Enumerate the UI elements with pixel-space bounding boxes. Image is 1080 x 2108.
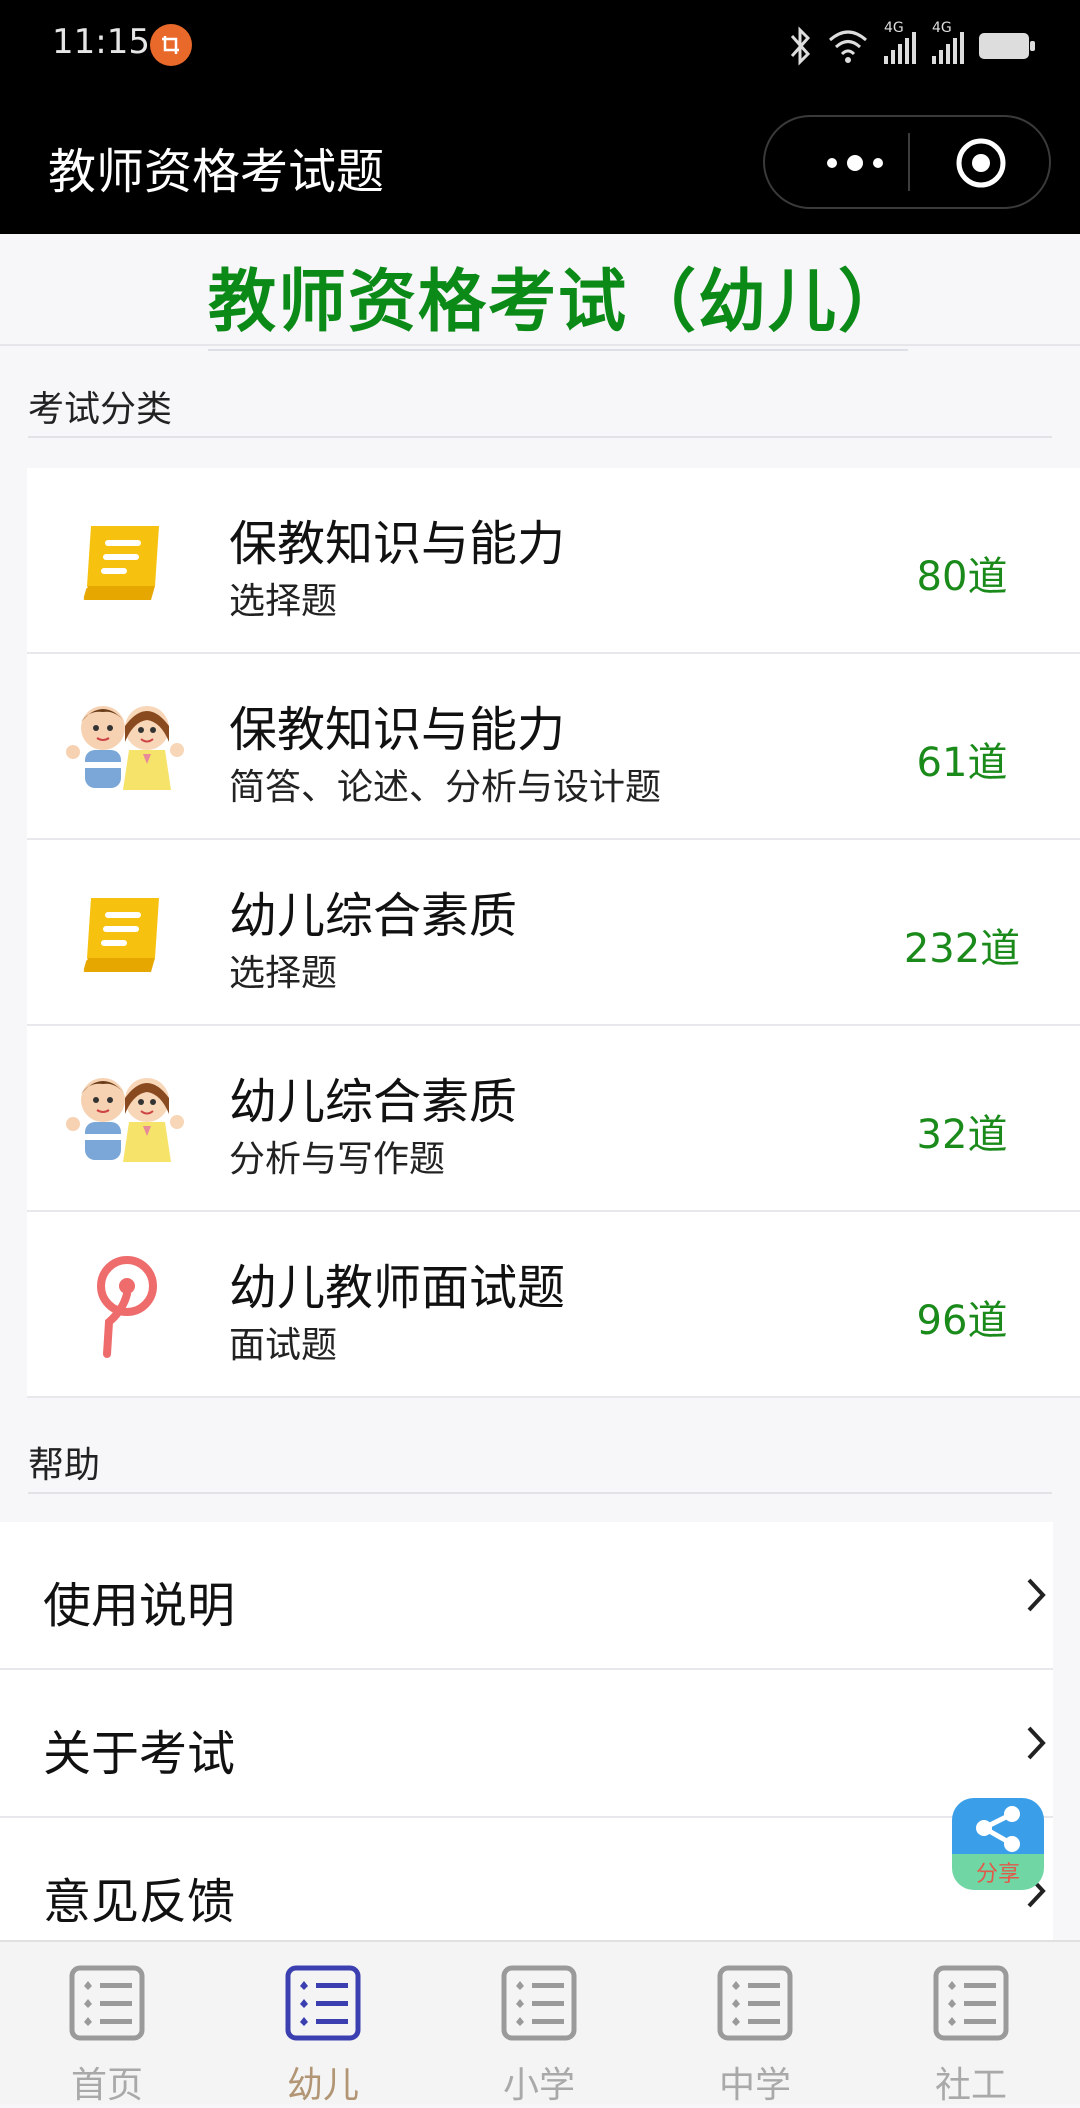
help-item-usage[interactable]: 使用说明 (0, 1522, 1053, 1670)
yellow-book-icon (80, 526, 159, 601)
share-label: 分享 (975, 1862, 1020, 1887)
question-count: 232道 (903, 926, 1021, 972)
category-subtitle: 简答、论述、分析与设计题 (229, 767, 662, 808)
tab-home[interactable]: 首页 (32, 1960, 182, 2106)
category-card[interactable]: 保教知识与能力 简答、论述、分析与设计题 61道 (27, 654, 1080, 840)
category-subtitle: 面试题 (229, 1325, 338, 1366)
tab-social-work[interactable]: 社工 (896, 1960, 1046, 2106)
section-divider (28, 1492, 1052, 1494)
signal-icon-1: 4G (882, 20, 916, 66)
list-icon (717, 1965, 793, 2041)
signal-icon-2: 4G (930, 20, 964, 66)
status-time: 11:15 (52, 22, 150, 62)
category-name: 保教知识与能力 (229, 702, 566, 758)
more-dot-icon (847, 155, 863, 171)
battery-icon (979, 33, 1035, 59)
category-card[interactable]: 幼儿综合素质 选择题 232道 (27, 840, 1080, 1026)
help-item-about[interactable]: 关于考试 (0, 1670, 1053, 1818)
tab-bar: 首页 幼儿 小学 中学 社工 (0, 1940, 1080, 2106)
more-dot-icon (827, 158, 837, 168)
tab-middle-school[interactable]: 中学 (680, 1960, 830, 2106)
question-count: 96道 (916, 1298, 1008, 1344)
category-card[interactable]: 保教知识与能力 选择题 80道 (27, 468, 1080, 654)
status-bar: 11:15 4G 4G (0, 0, 1080, 92)
question-count: 32道 (916, 1112, 1008, 1158)
more-menu-button[interactable] (805, 145, 905, 181)
bluetooth-icon (790, 26, 811, 66)
category-subtitle: 分析与写作题 (229, 1139, 446, 1180)
kids-icon (66, 706, 184, 790)
category-subtitle: 选择题 (229, 581, 338, 622)
chevron-right-icon (1027, 1726, 1046, 1760)
category-name: 幼儿教师面试题 (229, 1260, 566, 1316)
chevron-right-icon (1027, 1578, 1046, 1612)
tab-label: 首页 (70, 2065, 143, 2106)
tab-label: 社工 (934, 2065, 1007, 2106)
share-button[interactable]: 分享 (952, 1798, 1044, 1890)
close-mini-program-button[interactable] (955, 137, 1007, 189)
headline: 教师资格考试（幼儿） (208, 246, 909, 351)
category-name: 保教知识与能力 (229, 516, 566, 572)
category-name: 幼儿综合素质 (229, 1074, 518, 1130)
system-icons: 4G 4G (788, 20, 1036, 70)
question-count: 80道 (916, 554, 1008, 600)
tab-preschool[interactable]: 幼儿 (248, 1960, 398, 2106)
tab-label: 小学 (502, 2065, 575, 2106)
list-icon (501, 1965, 577, 2041)
more-dot-icon (873, 158, 883, 168)
tab-primary[interactable]: 小学 (464, 1960, 614, 2106)
list-icon (933, 1965, 1009, 2041)
help-item-label: 关于考试 (43, 1726, 236, 1782)
wifi-icon (829, 30, 867, 63)
tab-label: 幼儿 (286, 2065, 359, 2106)
help-item-label: 意见反馈 (43, 1874, 236, 1930)
list-icon (69, 1965, 145, 2041)
screenshot-notification-icon (150, 24, 192, 66)
section-label-categories: 考试分类 (28, 389, 173, 430)
yellow-book-icon (80, 898, 159, 973)
list-icon (285, 1965, 361, 2041)
mini-program-capsule (763, 115, 1051, 209)
category-card[interactable]: 幼儿教师面试题 面试题 96道 (27, 1212, 1080, 1398)
capsule-divider (908, 133, 910, 191)
page-title: 教师资格考试题 (48, 144, 385, 200)
category-card[interactable]: 幼儿综合素质 分析与写作题 32道 (27, 1026, 1080, 1212)
pin-icon (97, 1256, 157, 1358)
headline-banner: 教师资格考试（幼儿） (0, 234, 1080, 351)
question-count: 61道 (916, 740, 1008, 786)
tab-label: 中学 (718, 2065, 791, 2106)
category-subtitle: 选择题 (229, 953, 338, 994)
share-icon (976, 1806, 1020, 1852)
help-item-label: 使用说明 (43, 1578, 236, 1634)
section-divider (28, 436, 1052, 438)
section-label-help: 帮助 (28, 1445, 101, 1486)
kids-icon (66, 1078, 184, 1162)
category-name: 幼儿综合素质 (229, 888, 518, 944)
